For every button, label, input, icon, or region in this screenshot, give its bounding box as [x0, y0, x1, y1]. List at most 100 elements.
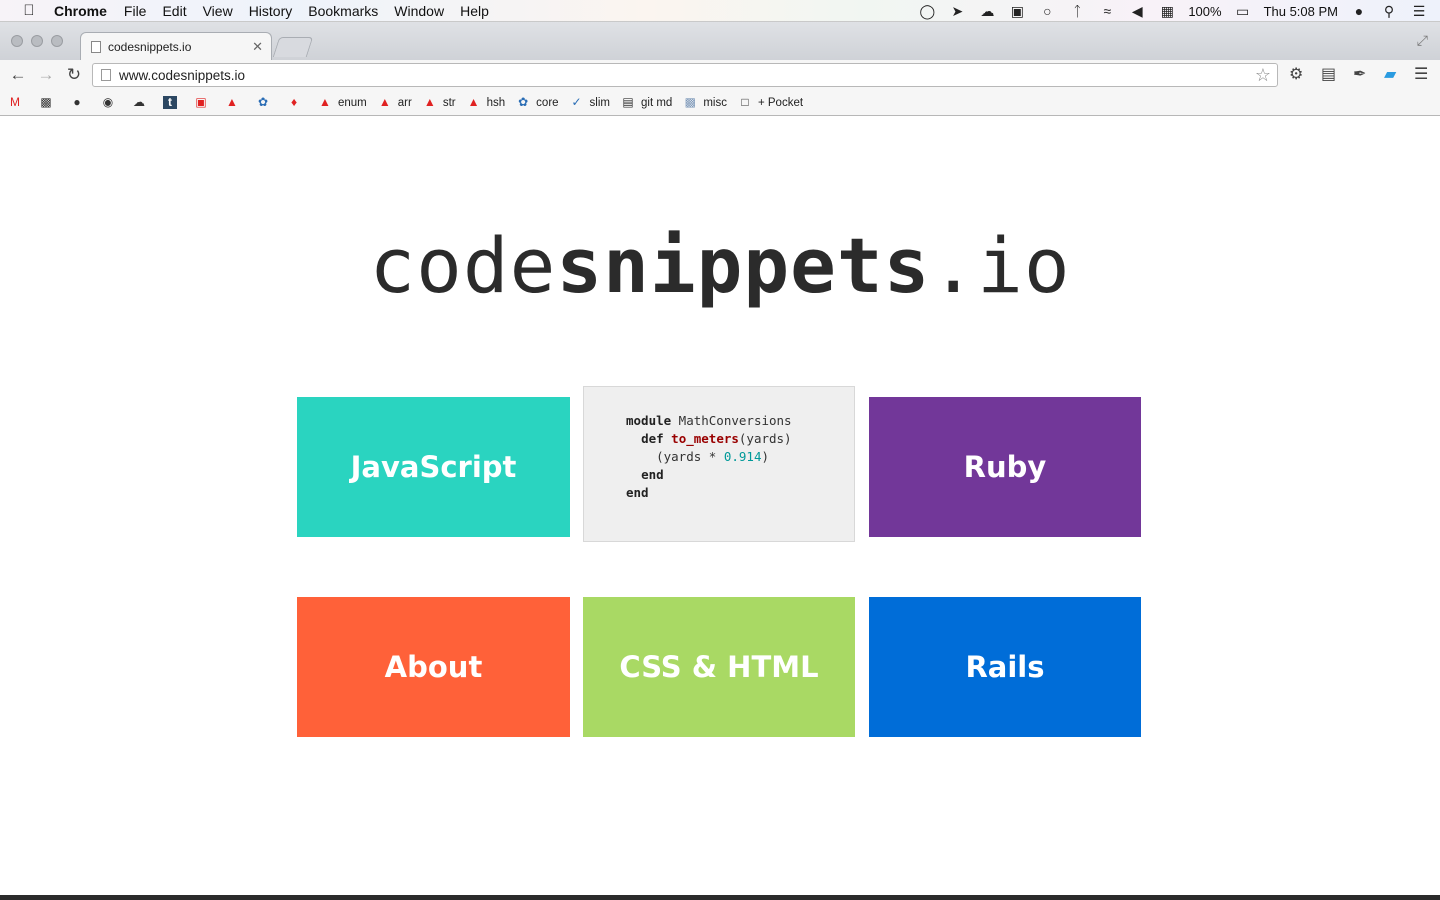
apple-icon[interactable]:  — [14, 2, 44, 19]
display-icon[interactable]: ▣ — [1008, 3, 1026, 20]
gear-icon[interactable]: ⚙ — [1289, 64, 1303, 84]
tile-css-html[interactable]: CSS & HTML — [583, 597, 855, 737]
tile-ruby-label: Ruby — [963, 450, 1047, 484]
address-bar[interactable]: www.codesnippets.io ☆ — [92, 63, 1278, 87]
spotlight-search-icon[interactable]: ⚲ — [1380, 3, 1398, 20]
status-area: ◯ ➤ ☁ ▣ ○ ᛏ ≈ ◀ ▦ 100% ▭ Thu 5:08 PM ● ⚲… — [918, 0, 1428, 22]
url-text[interactable]: www.codesnippets.io — [119, 68, 245, 83]
zoom-window-button[interactable] — [51, 35, 63, 47]
ruby-doc-icon: ▲ — [467, 95, 480, 109]
cloud-icon[interactable]: ☁ — [978, 3, 996, 20]
bookmark-folder-misc[interactable]: ▩ misc — [683, 96, 727, 109]
fullscreen-icon[interactable]: ⤢ — [1417, 32, 1428, 49]
clock[interactable]: Thu 5:08 PM — [1264, 4, 1338, 19]
bookmark-hsh[interactable]: ▲ hsh — [467, 96, 506, 109]
cursor-icon[interactable]: ➤ — [948, 3, 966, 20]
bookmark-tumblr[interactable]: t — [163, 96, 183, 109]
site-logo[interactable]: codesnippets.io — [0, 221, 1440, 310]
bookmark-3[interactable]: ● — [70, 96, 90, 109]
ruby-doc-icon: ▲ — [226, 95, 238, 109]
new-tab-button[interactable] — [272, 37, 314, 57]
battery-percent[interactable]: 100% — [1188, 4, 1221, 19]
back-arrow-icon[interactable]: ← — [4, 65, 32, 85]
tumblr-icon: t — [163, 96, 177, 109]
gmail-icon: M — [10, 95, 20, 109]
bookmark-star-icon[interactable]: ☆ — [1255, 65, 1271, 86]
chrome-menu-icon[interactable]: ☰ — [1414, 64, 1428, 84]
tab-codesnippets[interactable]: codesnippets.io ✕ — [80, 32, 272, 60]
bookmark-site-icon: ▩ — [40, 95, 52, 109]
slim-icon: ✓ — [571, 95, 582, 109]
folder-icon: ▩ — [684, 95, 696, 109]
tile-about[interactable]: About — [297, 597, 570, 737]
tile-css-html-label: CSS & HTML — [619, 650, 819, 684]
user-icon[interactable]: ● — [1350, 3, 1368, 19]
tile-javascript-label: JavaScript — [350, 450, 517, 484]
menu-history[interactable]: History — [249, 3, 293, 19]
tile-ruby[interactable]: Ruby — [869, 397, 1141, 537]
jquery-icon: ✿ — [518, 95, 529, 109]
bookmark-enum[interactable]: ▲ enum — [318, 96, 367, 109]
menu-file[interactable]: File — [124, 3, 147, 19]
tile-rails-label: Rails — [965, 650, 1045, 684]
tile-javascript[interactable]: JavaScript — [297, 397, 570, 537]
tile-about-label: About — [384, 650, 483, 684]
volume-icon[interactable]: ◀ — [1128, 3, 1146, 20]
bookmark-8[interactable]: ▲ — [225, 96, 245, 109]
reload-icon[interactable]: ↻ — [60, 65, 88, 85]
menu-view[interactable]: View — [203, 3, 233, 19]
bookmark-gmail[interactable]: M — [8, 96, 28, 109]
extension-icon[interactable]: ▰ — [1384, 64, 1396, 84]
bookmark-5[interactable]: ☁ — [132, 96, 152, 109]
bookmark-9[interactable]: ✿ — [256, 96, 276, 109]
tile-rails[interactable]: Rails — [869, 597, 1141, 737]
page-icon — [101, 69, 111, 81]
window-bottom-edge — [0, 895, 1440, 900]
chat-bubble-icon[interactable]: ○ — [1038, 3, 1056, 19]
ruby-doc-icon: ▲ — [378, 95, 391, 109]
notification-list-icon[interactable]: ☰ — [1410, 3, 1428, 20]
glasses-icon[interactable]: ◯ — [918, 3, 936, 20]
github-icon: ◉ — [102, 95, 114, 109]
bookmark-10[interactable]: ♦ — [287, 96, 307, 109]
bookmark-github[interactable]: ◉ — [101, 96, 121, 109]
calendar-icon[interactable]: ▦ — [1158, 3, 1176, 20]
bookmark-7[interactable]: ▣ — [194, 96, 214, 109]
bookmark-arr[interactable]: ▲ arr — [378, 96, 412, 109]
forward-arrow-icon[interactable]: → — [32, 65, 60, 85]
ruby-doc-icon: ▲ — [423, 95, 436, 109]
ruby-doc-icon: ▲ — [319, 95, 331, 109]
tab-title: codesnippets.io — [108, 39, 192, 54]
tab-strip: codesnippets.io ✕ ⤢ — [0, 22, 1440, 60]
menu-window[interactable]: Window — [394, 3, 444, 19]
bookmark-site-icon: ▣ — [195, 95, 207, 109]
jquery-icon: ✿ — [257, 95, 269, 109]
wifi-icon[interactable]: ≈ — [1098, 3, 1116, 19]
bookmark-slim[interactable]: ✓ slim — [570, 96, 610, 109]
logo-part-snippets: snippets — [556, 221, 931, 310]
menu-edit[interactable]: Edit — [162, 3, 186, 19]
bookmarks-bar: M ▩ ● ◉ ☁ t ▣ ▲ ✿ ♦ ▲ enum ▲ arr ▲ str ▲ hsh… — [0, 90, 1440, 116]
bookmark-pocket[interactable]: □ + Pocket — [738, 96, 803, 109]
page-icon: □ — [741, 95, 749, 109]
close-window-button[interactable] — [11, 35, 23, 47]
bookmark-str[interactable]: ▲ str — [423, 96, 456, 109]
logo-part-io: .io — [930, 221, 1071, 310]
bookmark-core[interactable]: ✿ core — [516, 96, 558, 109]
battery-icon[interactable]: ▭ — [1234, 3, 1252, 20]
menu-app-name[interactable]: Chrome — [54, 3, 107, 19]
bookmark-2[interactable]: ▩ — [39, 96, 59, 109]
eyedropper-extension-icon[interactable]: ✒ — [1353, 64, 1366, 84]
menu-help[interactable]: Help — [460, 3, 489, 19]
reader-extension-icon[interactable]: ▤ — [1321, 64, 1336, 84]
minimize-window-button[interactable] — [31, 35, 43, 47]
close-tab-icon[interactable]: ✕ — [252, 39, 263, 55]
menu-bookmarks[interactable]: Bookmarks — [308, 3, 378, 19]
code-sample: module MathConversions def to_meters(yar… — [583, 386, 855, 542]
bluetooth-icon[interactable]: ᛏ — [1068, 3, 1086, 19]
document-icon: ▤ — [622, 95, 634, 109]
bird-icon: ♦ — [290, 95, 298, 109]
cloud-bookmark-icon: ☁ — [133, 95, 145, 109]
logo-part-code: code — [369, 221, 557, 310]
bookmark-git-md[interactable]: ▤ git md — [621, 96, 672, 109]
